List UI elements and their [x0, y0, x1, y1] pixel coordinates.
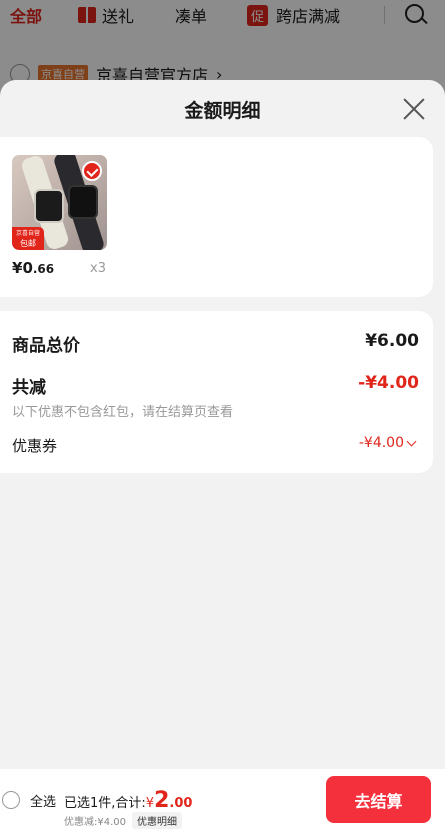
amount-detail-panel: 金额明细 京喜自营 包邮 ¥ 0 .66 x3 商品总价 ¥6.00 共减 -¥…	[0, 80, 445, 835]
selected-total: 已选1件,合计: ¥ 2 .00	[64, 788, 192, 813]
select-all-label[interactable]: 全选	[30, 791, 56, 810]
product-price: ¥ 0 .66	[12, 259, 54, 277]
coupon-amount: -¥4.00	[358, 435, 404, 451]
total-symbol: ¥	[145, 796, 155, 811]
product-quantity: x3	[90, 261, 106, 276]
watch-face	[34, 189, 64, 223]
total-price-value: ¥6.00	[365, 331, 419, 351]
watch-face	[68, 185, 98, 219]
price-decimal: .66	[32, 262, 55, 276]
discount-line: 优惠减:¥4.00 优惠明细	[64, 812, 182, 829]
coupon-value[interactable]: -¥4.00	[358, 435, 417, 451]
price-integer: 0	[22, 259, 33, 277]
discount-amount: 优惠减:¥4.00	[64, 817, 126, 828]
discount-detail-button[interactable]: 优惠明细	[132, 812, 182, 829]
select-all-radio[interactable]	[2, 791, 20, 809]
close-icon[interactable]	[401, 97, 427, 123]
ship-tag-small: 京喜自营	[16, 230, 41, 237]
selected-text: 已选1件,合计:	[64, 796, 146, 811]
checkmark-icon	[82, 161, 102, 181]
product-card: 京喜自营 包邮 ¥ 0 .66 x3	[0, 137, 433, 297]
reduction-label: 共减	[12, 378, 46, 398]
checkout-button[interactable]: 去结算	[326, 776, 431, 823]
total-decimal: .00	[169, 796, 193, 811]
price-symbol: ¥	[12, 259, 23, 277]
total-price-label: 商品总价	[12, 336, 80, 356]
chevron-down-icon	[406, 436, 417, 446]
product-thumbnail[interactable]: 京喜自营 包邮	[12, 155, 107, 250]
discount-note: 以下优惠不包含红包，请在结算页查看	[12, 405, 234, 420]
ship-tag-label: 包邮	[20, 239, 36, 248]
total-integer: 2	[154, 788, 170, 813]
reduction-value: -¥4.00	[358, 373, 419, 393]
coupon-label: 优惠券	[12, 437, 58, 455]
free-shipping-tag: 京喜自营 包邮	[12, 227, 45, 250]
price-summary-card: 商品总价 ¥6.00 共减 -¥4.00 以下优惠不包含红包，请在结算页查看 优…	[0, 311, 433, 473]
checkout-bar: 全选 已选1件,合计: ¥ 2 .00 优惠减:¥4.00 优惠明细 去结算	[0, 769, 445, 835]
panel-title: 金额明细	[184, 100, 261, 122]
